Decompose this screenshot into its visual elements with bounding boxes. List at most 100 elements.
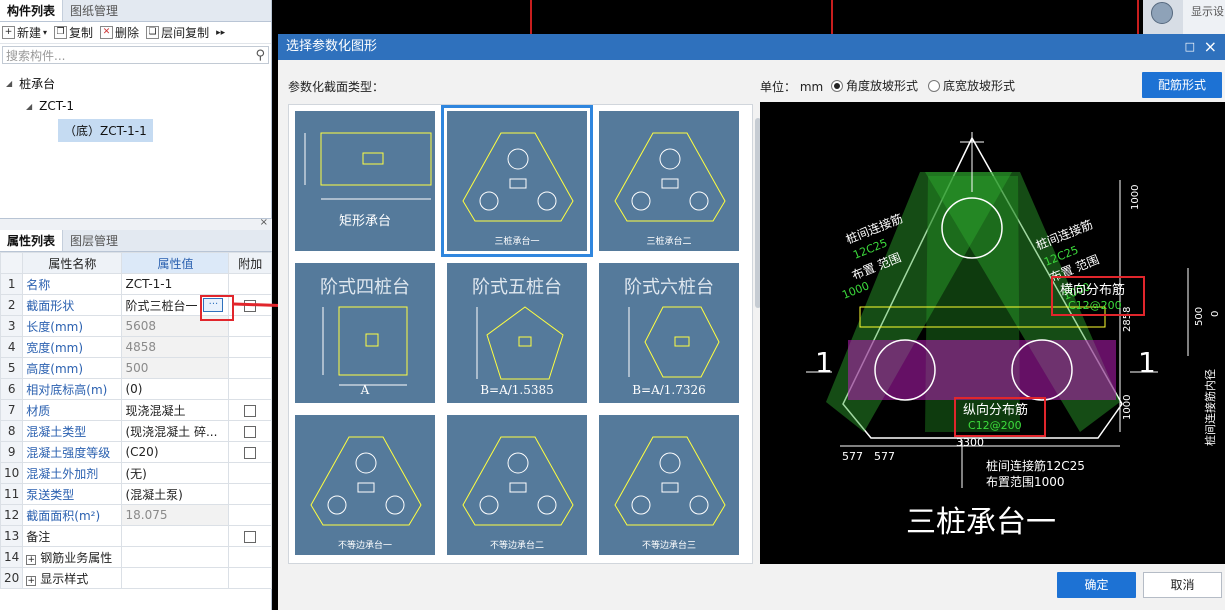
extra-cell xyxy=(228,399,272,421)
row-number: 4 xyxy=(0,336,24,358)
view-cube-icon[interactable] xyxy=(1143,0,1183,34)
shape-label: 不等边承台二 xyxy=(489,541,544,551)
prop-value[interactable]: 500 xyxy=(121,357,230,379)
collapse-caret-icon[interactable]: ◢ xyxy=(26,102,32,111)
expand-icon[interactable]: + xyxy=(26,554,37,565)
maximize-icon[interactable]: □ xyxy=(1185,34,1195,60)
dim-l1: 577 xyxy=(842,450,863,463)
extra-cell xyxy=(228,483,272,505)
table-row[interactable]: 13 备注 xyxy=(0,525,272,547)
more-button[interactable]: ▸▸ xyxy=(216,28,225,38)
rebar-h-value: C12@200 xyxy=(1068,299,1122,312)
shape-drawing xyxy=(462,132,574,222)
new-button[interactable]: + 新建 ▾ xyxy=(2,24,47,41)
table-row[interactable]: 7 材质 现浇混凝土 xyxy=(0,399,272,421)
shape-option[interactable]: 三桩承台一 xyxy=(441,105,593,257)
shape-option[interactable]: 不等边承台二 xyxy=(447,415,587,555)
panel-splitter[interactable]: × xyxy=(0,217,272,230)
extra-checkbox[interactable] xyxy=(244,404,257,417)
table-row[interactable]: 5 高度(mm) 500 xyxy=(0,357,272,379)
ok-button[interactable]: 确定 xyxy=(1057,572,1136,598)
tree-node-zct1[interactable]: ◢ ZCT-1 xyxy=(26,99,74,113)
table-row[interactable]: 6 相对底标高(m) (0) xyxy=(0,378,272,400)
table-row[interactable]: 9 混凝土强度等级 (C20) xyxy=(0,441,272,463)
cancel-button[interactable]: 取消 xyxy=(1143,572,1222,598)
search-input[interactable]: 搜索构件... ⚲ xyxy=(2,46,269,64)
row-number: 3 xyxy=(0,315,24,337)
radio-angle-slope[interactable]: 角度放坡形式 xyxy=(831,77,918,94)
extra-cell xyxy=(228,525,272,547)
extra-checkbox[interactable] xyxy=(244,530,257,543)
prop-value[interactable]: ZCT-1-1 xyxy=(121,273,230,295)
prop-name: 混凝土外加剂 xyxy=(22,462,123,484)
shape-option[interactable]: 不等边承台三 xyxy=(599,415,739,555)
table-row[interactable]: 10 混凝土外加剂 (无) xyxy=(0,462,272,484)
prop-value[interactable] xyxy=(121,546,230,568)
shape-option[interactable]: 不等边承台一 xyxy=(295,415,435,555)
shape-sublabel: B=A/1.7326 xyxy=(632,383,706,397)
prop-name: + 钢筋业务属性 xyxy=(22,546,123,568)
prop-value[interactable]: (现浇混凝土 碎... xyxy=(121,420,230,442)
floor-copy-button[interactable]: ❏ 层间复制 xyxy=(146,24,209,41)
radio-button[interactable] xyxy=(928,80,940,92)
shape-option[interactable]: 阶式四桩台 A xyxy=(295,263,435,403)
table-row[interactable]: 4 宽度(mm) 4858 xyxy=(0,336,272,358)
property-tabs: 属性列表 图层管理 xyxy=(0,230,272,252)
collapse-caret-icon[interactable]: ◢ xyxy=(6,79,12,88)
tab-component-list[interactable]: 构件列表 xyxy=(0,0,64,21)
shape-option[interactable]: 三桩承台二 xyxy=(599,111,739,251)
table-row[interactable]: 20 + 显示样式 xyxy=(0,567,272,589)
shape-option[interactable]: 阶式五桩台 B=A/1.5385 xyxy=(447,263,587,403)
prop-value[interactable]: (C20) xyxy=(121,441,230,463)
extra-cell xyxy=(228,420,272,442)
tree-node-zct1-1[interactable]: （底）ZCT-1-1 xyxy=(58,119,153,142)
copy-icon: ❐ xyxy=(54,26,68,39)
shape-label: 矩形承台 xyxy=(338,214,391,229)
radio-width-slope[interactable]: 底宽放坡形式 xyxy=(928,77,1015,94)
prop-name: 截面面积(m²) xyxy=(22,504,123,526)
table-row[interactable]: 12 截面面积(m²) 18.075 xyxy=(0,504,272,526)
display-settings-tab[interactable]: 显示设 xyxy=(1183,0,1225,34)
tab-property-list[interactable]: 属性列表 xyxy=(0,230,64,251)
prop-value[interactable]: (无) xyxy=(121,462,230,484)
prop-value[interactable] xyxy=(121,567,230,589)
tab-drawing-manage[interactable]: 图纸管理 xyxy=(63,0,125,21)
close-icon[interactable]: × xyxy=(260,217,268,228)
extra-cell xyxy=(228,462,272,484)
shape-option[interactable]: 矩形承台 xyxy=(295,111,435,251)
delete-button[interactable]: ✕ 删除 xyxy=(100,24,139,41)
section-mark-left: 1 xyxy=(815,346,833,379)
extra-checkbox[interactable] xyxy=(244,425,257,438)
row-number: 8 xyxy=(0,420,24,442)
cad-line xyxy=(1137,0,1139,34)
row-number: 10 xyxy=(0,462,24,484)
tree-node-root[interactable]: ◢ 桩承台 xyxy=(6,75,55,92)
conn1-range-value: 1000 xyxy=(840,279,871,302)
table-row[interactable]: 11 泵送类型 (混凝土泵) xyxy=(0,483,272,505)
dim-bot: 1000 xyxy=(1122,395,1133,420)
radio-button-selected[interactable] xyxy=(831,80,843,92)
table-row[interactable]: 8 混凝土类型 (现浇混凝土 碎... xyxy=(0,420,272,442)
expand-icon[interactable]: + xyxy=(26,575,37,586)
prop-value[interactable]: 现浇混凝土 xyxy=(121,399,230,421)
shape-option[interactable]: 阶式六桩台 B=A/1.7326 xyxy=(599,263,739,403)
prop-value[interactable]: 18.075 xyxy=(121,504,230,526)
prop-value[interactable]: (混凝土泵) xyxy=(121,483,230,505)
prop-value[interactable] xyxy=(121,525,230,547)
copy-button[interactable]: ❐ 复制 xyxy=(54,24,93,41)
prop-name: 材质 xyxy=(22,399,123,421)
rebar-form-button[interactable]: 配筋形式 xyxy=(1142,72,1222,98)
close-icon[interactable]: × xyxy=(1204,34,1217,60)
table-row[interactable]: 14 + 钢筋业务属性 xyxy=(0,546,272,568)
row-number: 12 xyxy=(0,504,24,526)
tab-layer-manage[interactable]: 图层管理 xyxy=(63,230,125,251)
shape-label: 三桩承台二 xyxy=(646,237,692,247)
extra-checkbox[interactable] xyxy=(244,446,257,459)
prop-value[interactable]: (0) xyxy=(121,378,230,400)
cad-line xyxy=(530,0,532,34)
table-header: 属性名称 属性值 附加 xyxy=(0,252,272,274)
preview-title: 三桩承台一 xyxy=(906,505,1056,540)
table-row[interactable]: 1 名称 ZCT-1-1 xyxy=(0,273,272,295)
row-number: 20 xyxy=(0,567,24,589)
prop-value[interactable]: 4858 xyxy=(121,336,230,358)
